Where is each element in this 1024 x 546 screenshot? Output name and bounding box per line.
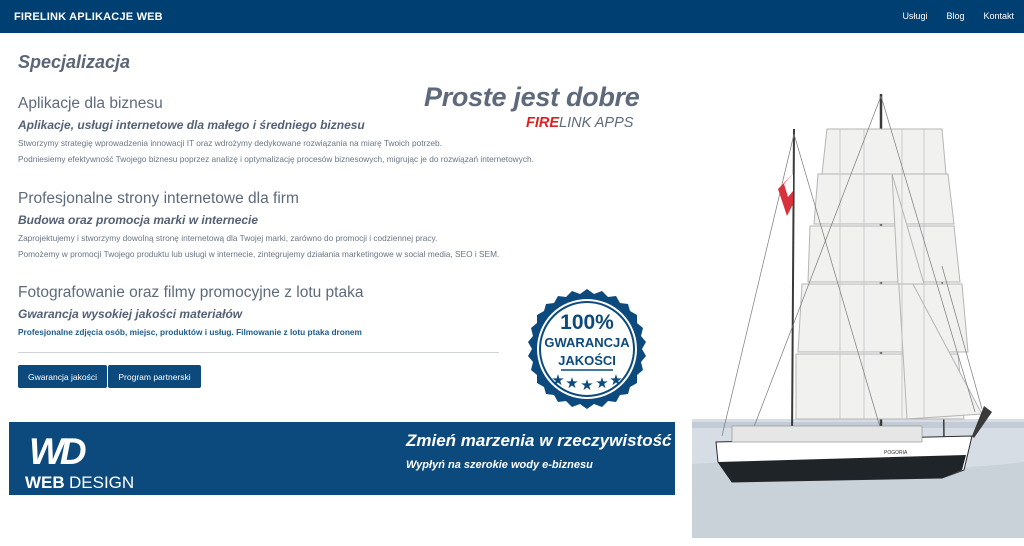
partner-program-button[interactable]: Program partnerski bbox=[108, 365, 201, 388]
banner-title: Zmień marzenia w rzeczywistość bbox=[406, 431, 672, 450]
section-title: Fotografowanie oraz filmy promocyjne z l… bbox=[18, 284, 364, 301]
section-title: Profesjonalne strony internetowe dla fir… bbox=[18, 190, 299, 207]
slogan-brand: FIRELINK APPS bbox=[526, 115, 633, 131]
ship-hull-name: POGORIA bbox=[884, 450, 908, 456]
quality-guarantee-button[interactable]: Gwarancja jakości bbox=[18, 365, 107, 388]
badge-line1: GWARANCJA bbox=[544, 335, 630, 350]
page-title: Specjalizacja bbox=[18, 52, 131, 72]
section-text: Pomożemy w promocji Twojego produktu lub… bbox=[18, 249, 500, 259]
svg-text:★: ★ bbox=[551, 371, 564, 389]
slogan-brand-rest: LINK APPS bbox=[559, 115, 634, 131]
badge-line2: JAKOŚCI bbox=[558, 353, 616, 368]
section-drone-photo: Fotografowanie oraz filmy promocyjne z l… bbox=[18, 284, 578, 337]
section-subtitle: Aplikacje, usługi internetowe dla małego… bbox=[18, 118, 365, 132]
logo-wd-mark: WD bbox=[29, 431, 86, 472]
svg-text:★: ★ bbox=[580, 376, 593, 394]
divider bbox=[18, 352, 499, 353]
badge-percent: 100% bbox=[560, 311, 614, 334]
quality-guarantee-badge: 100% GWARANCJA JAKOŚCI ★ ★ ★ ★ ★ bbox=[525, 287, 649, 411]
logo-design: DESIGN bbox=[69, 473, 133, 490]
brand-logo-text[interactable]: FIRELINK APLIKACJE WEB bbox=[14, 11, 163, 23]
banner-subtitle: Wypłyń na szerokie wody e-biznesu bbox=[406, 459, 593, 471]
nav-link-uslugi[interactable]: Usługi bbox=[902, 11, 927, 21]
slogan-main: Proste jest dobre bbox=[424, 82, 640, 112]
section-text: Podniesiemy efektywność Twojego biznesu … bbox=[18, 154, 534, 164]
promo-banner[interactable]: WD WEB DESIGN Zmień marzenia w rzeczywis… bbox=[9, 422, 675, 495]
section-subtitle: Gwarancja wysokiej jakości materiałów bbox=[18, 307, 243, 321]
top-navbar: FIRELINK APLIKACJE WEB Usługi Blog Konta… bbox=[0, 0, 1024, 33]
svg-text:★: ★ bbox=[609, 371, 622, 389]
section-text: Stworzymy strategię wprowadzenia innowac… bbox=[18, 138, 442, 148]
slogan: Proste jest dobre FIRELINK APPS bbox=[424, 82, 664, 131]
section-subtitle: Budowa oraz promocja marki w internecie bbox=[18, 213, 259, 227]
logo-web: WEB bbox=[25, 473, 65, 490]
svg-text:★: ★ bbox=[565, 374, 578, 392]
nav-link-blog[interactable]: Blog bbox=[946, 11, 964, 21]
slogan-brand-red: FIRE bbox=[526, 115, 560, 131]
section-text: Profesjonalne zdjęcia osób, miejsc, prod… bbox=[18, 327, 362, 337]
nav-menu: Usługi Blog Kontakt bbox=[883, 11, 1014, 21]
sailing-ship-photo: POGORIA bbox=[692, 34, 1024, 538]
nav-link-kontakt[interactable]: Kontakt bbox=[983, 11, 1014, 21]
section-text: Zaprojektujemy i stworzymy dowolną stron… bbox=[18, 233, 438, 243]
webdesign-logo: WD WEB DESIGN bbox=[25, 431, 133, 490]
section-websites: Profesjonalne strony internetowe dla fir… bbox=[18, 190, 578, 259]
svg-text:★: ★ bbox=[595, 374, 608, 392]
